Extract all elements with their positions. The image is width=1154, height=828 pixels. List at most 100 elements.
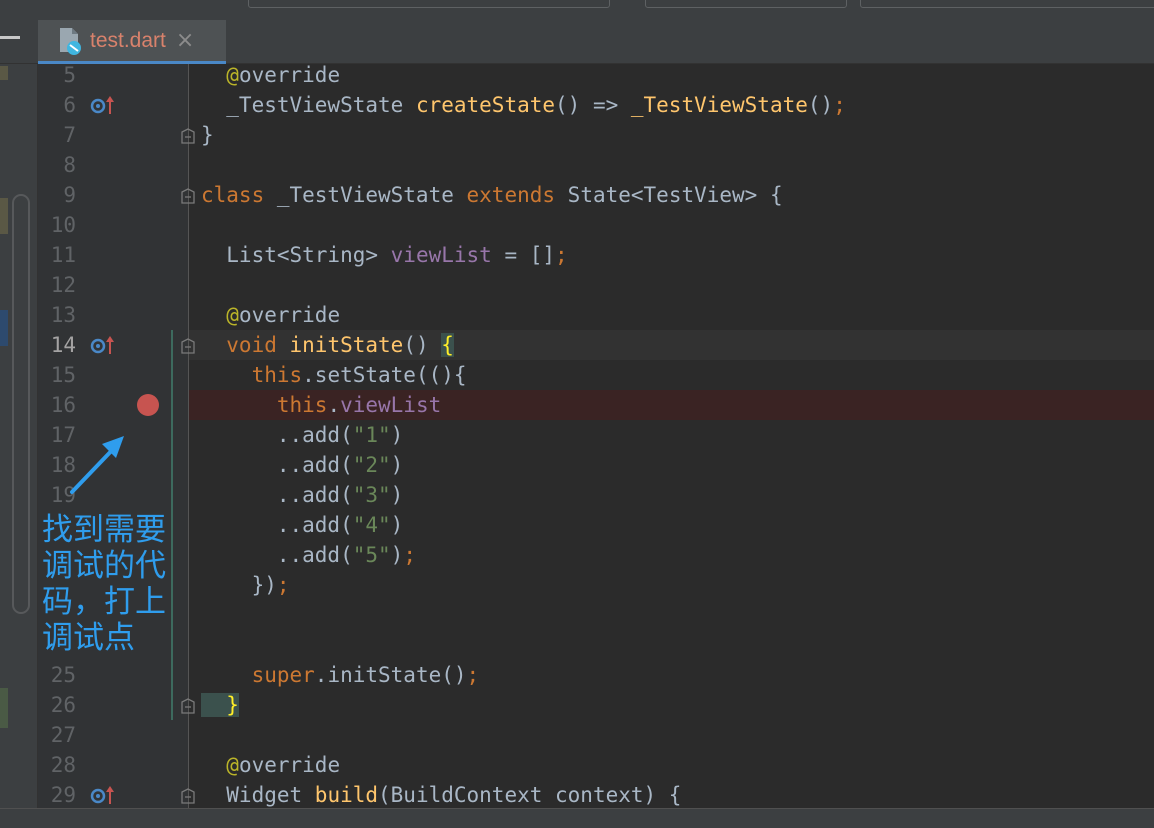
code-token: = [] <box>491 243 556 267</box>
code-token: } <box>201 693 239 717</box>
code-token: "3" <box>352 483 391 507</box>
strip-marker <box>0 198 8 234</box>
code-line[interactable]: class _TestViewState extends State<TestV… <box>201 180 783 210</box>
line-number: 7 <box>63 123 76 147</box>
line-number: 10 <box>50 213 76 237</box>
code-token: ..add( <box>201 423 353 447</box>
code-token: ; <box>276 573 290 597</box>
annotation-text: 找到需要 调试的代 码，打上 调试点 <box>42 512 192 656</box>
code-token: super <box>201 663 315 687</box>
annotation-line: 调试的代 <box>42 548 166 584</box>
line-number: 26 <box>50 693 76 717</box>
fold-icon[interactable] <box>181 698 195 714</box>
override-method-icon[interactable] <box>90 94 116 116</box>
run-config-box[interactable] <box>248 0 610 8</box>
code-token: this <box>201 393 328 417</box>
code-token: ..add( <box>201 453 353 477</box>
code-line[interactable]: List<String> viewList = []; <box>201 240 567 270</box>
annotation-line: 码，打上 <box>42 584 166 620</box>
code-line[interactable]: @override <box>201 300 340 330</box>
code-token: ) <box>390 543 404 567</box>
dart-file-icon <box>58 26 82 56</box>
search-box[interactable] <box>860 0 1154 8</box>
device-selector-box[interactable] <box>645 0 847 8</box>
left-tool-strip <box>0 64 38 810</box>
code-token: viewList <box>390 243 492 267</box>
code-line[interactable]: }); <box>201 570 290 600</box>
line-number: 25 <box>50 663 76 687</box>
code-token: @ <box>201 303 239 327</box>
line-number: 15 <box>50 363 76 387</box>
breakpoint-icon[interactable] <box>137 394 159 416</box>
line-number: 13 <box>50 303 76 327</box>
code-token: { <box>441 333 454 357</box>
line-number: 5 <box>63 63 76 87</box>
code-line[interactable]: ..add("4") <box>201 510 403 540</box>
line-number: 29 <box>50 783 76 807</box>
line-number: 9 <box>63 183 76 207</box>
code-token: "5" <box>352 543 391 567</box>
line-number: 11 <box>50 243 76 267</box>
fold-icon[interactable] <box>181 188 195 204</box>
status-bar <box>0 808 1154 828</box>
code-line[interactable]: @override <box>201 60 340 90</box>
code-token: this <box>201 363 303 387</box>
code-line[interactable]: super.initState(); <box>201 660 480 690</box>
code-line[interactable]: Widget build(BuildContext context) { <box>201 780 681 810</box>
strip-marker <box>0 310 8 346</box>
strip-marker <box>0 688 8 728</box>
code-token: createState <box>415 93 556 117</box>
code-token: () <box>807 93 834 117</box>
override-method-icon[interactable] <box>90 784 116 806</box>
code-token: override <box>238 63 341 87</box>
code-token: () <box>403 333 442 357</box>
code-line[interactable]: this.viewList <box>201 390 441 420</box>
code-token: ; <box>403 543 416 567</box>
fold-icon[interactable] <box>181 338 195 354</box>
code-line[interactable]: this.setState((){ <box>201 360 467 390</box>
code-token: extends <box>466 183 568 207</box>
close-icon[interactable]: × <box>176 28 194 53</box>
code-token: @ <box>201 753 239 777</box>
line-number: 12 <box>50 273 76 297</box>
code-line[interactable]: ..add("5"); <box>201 540 416 570</box>
code-token: ) <box>390 423 404 447</box>
fold-icon[interactable] <box>181 788 195 804</box>
code-line[interactable]: ..add("1") <box>201 420 403 450</box>
code-token: ) <box>390 483 404 507</box>
code-token: _TestViewState <box>276 183 467 207</box>
code-line[interactable]: _TestViewState createState() => _TestVie… <box>201 90 846 120</box>
code-token: ) <box>390 513 404 537</box>
code-line[interactable]: void initState() { <box>201 330 454 360</box>
code-token: Widget <box>201 783 315 807</box>
line-number: 6 <box>63 93 76 117</box>
fold-icon[interactable] <box>181 128 195 144</box>
code-token: ..add( <box>201 483 353 507</box>
code-line[interactable]: } <box>201 120 214 150</box>
annotation-line: 调试点 <box>42 620 135 656</box>
code-token: viewList <box>340 393 442 417</box>
line-number: 8 <box>63 153 76 177</box>
code-line[interactable]: @override <box>201 750 340 780</box>
code-line[interactable]: ..add("3") <box>201 480 403 510</box>
annotation-line: 找到需要 <box>42 512 166 548</box>
code-token: initState <box>289 333 404 357</box>
collapse-icon[interactable] <box>0 36 20 39</box>
tab-label: test.dart <box>90 28 166 52</box>
code-line[interactable]: } <box>201 690 239 720</box>
override-method-icon[interactable] <box>90 334 116 356</box>
code-token: (BuildContext context) { <box>378 783 682 807</box>
line-number: 28 <box>50 753 76 777</box>
vertical-scrollbar[interactable] <box>12 194 30 614</box>
code-token: ) <box>390 453 404 477</box>
code-token: ; <box>466 663 480 687</box>
editor-tab-bar: test.dart × <box>0 10 1154 64</box>
code-token: class <box>201 183 277 207</box>
code-token: . <box>327 393 341 417</box>
code-token: "2" <box>352 453 391 477</box>
tab-test-dart[interactable]: test.dart × <box>38 20 226 64</box>
code-token: ..add( <box>201 543 353 567</box>
code-token: ..add( <box>201 513 353 537</box>
code-token: "1" <box>352 423 391 447</box>
code-line[interactable]: ..add("2") <box>201 450 403 480</box>
